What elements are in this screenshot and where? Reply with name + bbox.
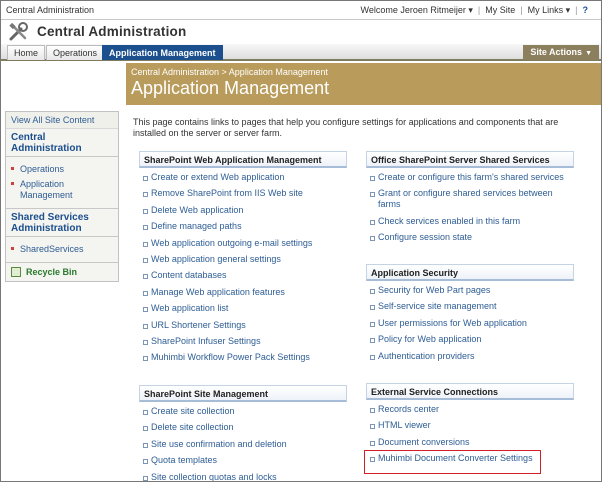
link-item[interactable]: Web application outgoing e-mail settings — [139, 238, 347, 249]
link-item[interactable]: Web application list — [139, 303, 347, 314]
highlight-box — [364, 450, 541, 474]
link-item[interactable]: Grant or configure shared services betwe… — [366, 188, 574, 210]
link-item[interactable]: SharePoint Infuser Settings — [139, 336, 347, 347]
site-header: Central Administration — [1, 21, 601, 43]
link-item[interactable]: Security for Web Part pages — [366, 285, 574, 296]
my-links-menu[interactable]: My Links ▾ — [523, 5, 576, 16]
link-item[interactable]: Remove SharePoint from IIS Web site — [139, 188, 347, 199]
quick-launch: View All Site Content Central Administra… — [5, 111, 119, 282]
welcome-menu[interactable]: Welcome Jeroen Ritmeijer ▾ — [356, 5, 478, 16]
site-title[interactable]: Central Administration — [37, 24, 186, 39]
section-application-security: Application Security Security for Web Pa… — [366, 264, 574, 367]
recycle-bin-link[interactable]: Recycle Bin — [6, 262, 118, 281]
quicklaunch-heading-central-admin[interactable]: Central Administration — [6, 129, 118, 157]
link-item[interactable]: Policy for Web application — [366, 334, 574, 345]
link-item[interactable]: Records center — [366, 404, 574, 415]
link-item[interactable]: Authentication providers — [366, 351, 574, 362]
link-item[interactable]: Define managed paths — [139, 221, 347, 232]
link-item[interactable]: Configure session state — [366, 232, 574, 243]
link-list: Security for Web Part pages Self-service… — [366, 285, 574, 362]
link-item[interactable]: Manage Web application features — [139, 287, 347, 298]
link-item[interactable]: Web application general settings — [139, 254, 347, 265]
link-item[interactable]: Delete Web application — [139, 205, 347, 216]
top-bar: Central Administration Welcome Jeroen Ri… — [1, 1, 601, 20]
link-item[interactable]: Document conversions — [366, 437, 574, 448]
link-list: Create or extend Web application Remove … — [139, 172, 347, 363]
tab-home[interactable]: Home — [7, 45, 46, 60]
link-list: Create or configure this farm's shared s… — [366, 172, 574, 243]
chevron-down-icon: ▼ — [585, 50, 592, 57]
link-item[interactable]: Content databases — [139, 270, 347, 281]
page-description: This page contains links to pages that h… — [133, 117, 559, 138]
link-item[interactable]: Delete site collection — [139, 422, 347, 433]
quicklaunch-heading-shared-services[interactable]: Shared Services Administration — [6, 208, 118, 237]
link-item[interactable]: Site collection quotas and locks — [139, 472, 347, 481]
link-item[interactable]: Site use confirmation and deletion — [139, 439, 347, 450]
site-actions-button[interactable]: Site Actions ▼ — [523, 45, 599, 60]
app-window: Central Administration Welcome Jeroen Ri… — [0, 0, 602, 482]
tools-icon — [9, 22, 28, 41]
link-item[interactable]: Quota templates — [139, 455, 347, 466]
sidebar-item-application-management[interactable]: Application Management — [6, 177, 118, 203]
help-icon[interactable]: ? — [578, 5, 594, 16]
section-heading: SharePoint Web Application Management — [139, 151, 347, 168]
section-site-management: SharePoint Site Management Create site c… — [139, 385, 347, 481]
left-navigation: View All Site Content Central Administra… — [1, 63, 124, 481]
page-title-area: Central Administration > Application Man… — [125, 63, 601, 105]
link-item[interactable]: HTML viewer — [366, 420, 574, 431]
link-list: Create site collection Delete site colle… — [139, 406, 347, 481]
link-item[interactable]: Create or extend Web application — [139, 172, 347, 183]
sidebar-item-sharedservices[interactable]: SharedServices — [6, 242, 118, 257]
sidebar-item-operations[interactable]: Operations — [6, 162, 118, 177]
recycle-bin-label: Recycle Bin — [26, 267, 78, 277]
link-item[interactable]: Create or configure this farm's shared s… — [366, 172, 574, 183]
section-web-application-management: SharePoint Web Application Management Cr… — [139, 151, 347, 369]
section-heading: Office SharePoint Server Shared Services — [366, 151, 574, 168]
top-links: Welcome Jeroen Ritmeijer ▾ | My Site | M… — [356, 5, 593, 16]
link-item[interactable]: User permissions for Web application — [366, 318, 574, 329]
link-item[interactable]: URL Shortener Settings — [139, 320, 347, 331]
link-item[interactable]: Check services enabled in this farm — [366, 216, 574, 227]
my-site-link[interactable]: My Site — [480, 5, 520, 16]
site-name-link[interactable]: Central Administration — [6, 5, 94, 15]
section-heading: SharePoint Site Management — [139, 385, 347, 402]
link-item[interactable]: Self-service site management — [366, 301, 574, 312]
recycle-bin-icon — [11, 267, 21, 277]
link-item[interactable]: Muhimbi Workflow Power Pack Settings — [139, 352, 347, 363]
section-heading: Application Security — [366, 264, 574, 281]
top-navigation: Home Operations Application Management S… — [1, 44, 601, 61]
section-shared-services: Office SharePoint Server Shared Services… — [366, 151, 574, 249]
tab-operations[interactable]: Operations — [46, 45, 105, 60]
section-heading: External Service Connections — [366, 383, 574, 400]
main-content: Central Administration > Application Man… — [125, 63, 601, 481]
view-all-site-content-link[interactable]: View All Site Content — [6, 112, 118, 129]
link-item[interactable]: Create site collection — [139, 406, 347, 417]
breadcrumb[interactable]: Central Administration > Application Man… — [131, 67, 328, 77]
tab-application-management[interactable]: Application Management — [102, 45, 223, 60]
page-title: Application Management — [131, 78, 330, 98]
site-actions-label: Site Actions — [530, 47, 583, 57]
